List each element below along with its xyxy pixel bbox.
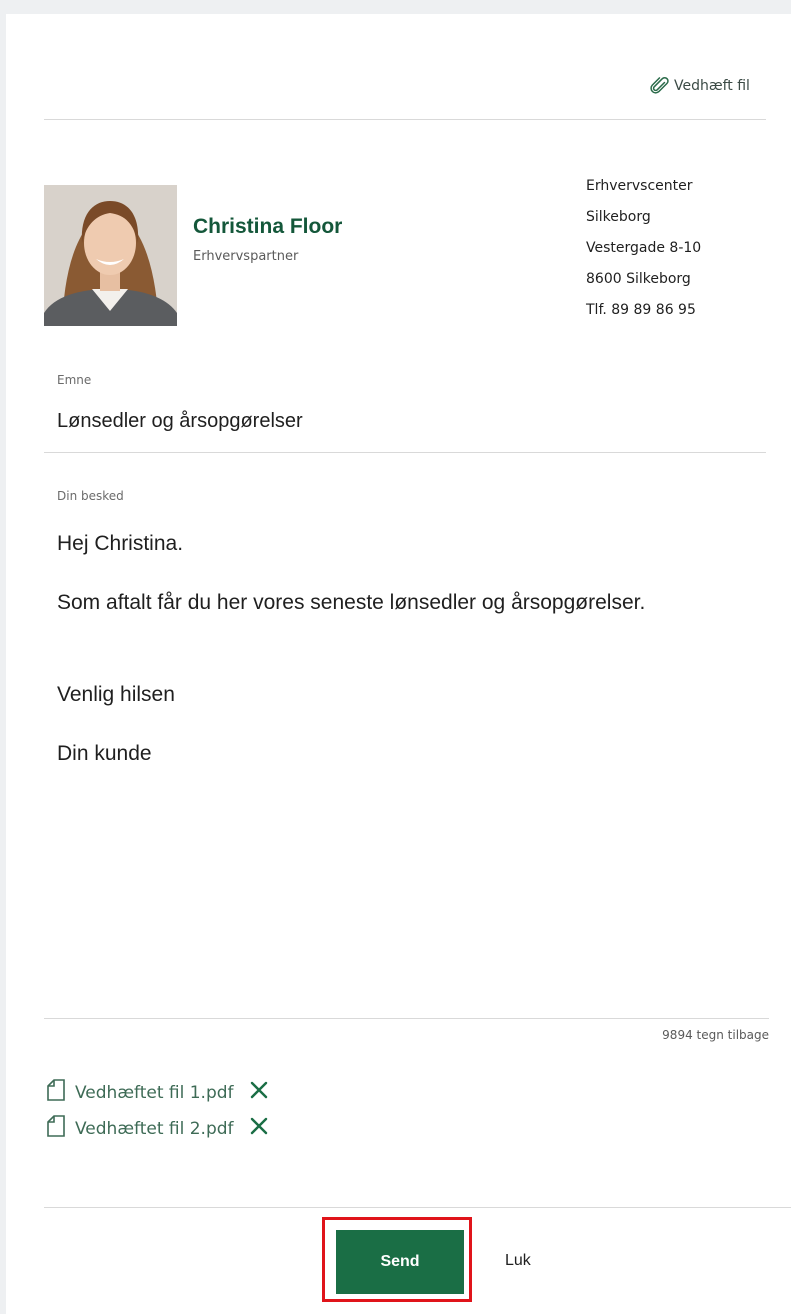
footer-divider [44, 1207, 791, 1208]
attach-file-link[interactable]: Vedhæft fil [650, 76, 750, 96]
message-line[interactable]: Venlig hilsen [57, 683, 175, 707]
paperclip-icon [650, 76, 670, 96]
close-button[interactable]: Luk [505, 1252, 531, 1270]
attachment-item: Vedhæftet fil 1.pdf [47, 1079, 268, 1106]
address-line: Erhvervscenter [586, 178, 693, 194]
attach-file-label: Vedhæft fil [674, 78, 750, 94]
contact-address: Erhvervscenter Silkeborg Vestergade 8-10… [586, 171, 701, 326]
file-icon [47, 1079, 65, 1106]
divider [44, 119, 766, 120]
character-counter: 9894 tegn tilbage [662, 1028, 769, 1042]
attachment-item: Vedhæftet fil 2.pdf [47, 1115, 268, 1142]
attachment-name[interactable]: Vedhæftet fil 2.pdf [75, 1119, 234, 1139]
send-button[interactable]: Send [336, 1230, 464, 1294]
subject-input[interactable]: Lønsedler og årsopgørelser [57, 410, 303, 433]
attachment-name[interactable]: Vedhæftet fil 1.pdf [75, 1083, 234, 1103]
message-line[interactable]: Hej Christina. [57, 532, 183, 556]
subject-underline [44, 452, 766, 453]
contact-name: Christina Floor [193, 215, 343, 238]
address-line: Silkeborg [586, 209, 651, 225]
close-icon[interactable] [250, 1117, 268, 1140]
message-underline [44, 1018, 769, 1019]
message-line[interactable]: Som aftalt får du her vores seneste løns… [57, 591, 645, 615]
file-icon [47, 1115, 65, 1142]
close-icon[interactable] [250, 1081, 268, 1104]
message-label: Din besked [57, 489, 124, 503]
message-line[interactable]: Din kunde [57, 742, 152, 766]
subject-label: Emne [57, 373, 92, 387]
address-line: 8600 Silkeborg [586, 271, 691, 287]
avatar [44, 185, 177, 326]
address-line: Vestergade 8-10 [586, 240, 702, 256]
address-line: Tlf. 89 89 86 95 [586, 302, 696, 318]
contact-role: Erhvervspartner [193, 249, 299, 264]
